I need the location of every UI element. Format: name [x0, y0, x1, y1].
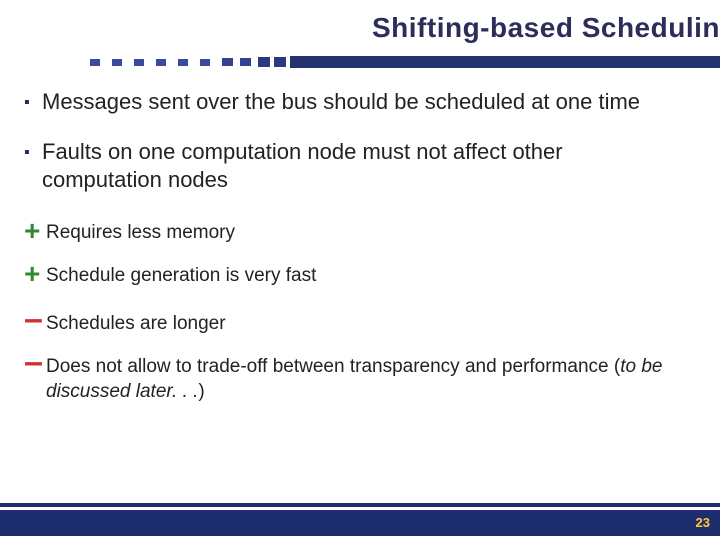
page-number: 23: [696, 515, 710, 530]
minus-item: – Does not allow to trade-off between tr…: [24, 355, 688, 404]
minus-text: Schedules are longer: [46, 312, 226, 337]
plus-item: + Requires less memory: [24, 221, 688, 246]
bullet-item: ▪ Messages sent over the bus should be s…: [24, 88, 688, 116]
minus-item: – Schedules are longer: [24, 312, 688, 337]
slide-title: Shifting-based Schedulin: [372, 12, 720, 44]
title-underline-decoration: [90, 56, 720, 68]
minus-icon: –: [24, 355, 46, 369]
plus-text: Schedule generation is very fast: [46, 264, 316, 289]
plus-icon: +: [24, 221, 46, 241]
footer-bar: 23: [0, 510, 720, 536]
content-area: ▪ Messages sent over the bus should be s…: [24, 88, 688, 422]
plus-item: + Schedule generation is very fast: [24, 264, 688, 289]
bullet-item: ▪ Faults on one computation node must no…: [24, 138, 688, 193]
minus-text-prefix: Does not allow to trade-off between tran…: [46, 356, 620, 377]
square-bullet-icon: ▪: [24, 88, 42, 116]
bullet-text: Messages sent over the bus should be sch…: [42, 88, 640, 116]
minus-text-composite: Does not allow to trade-off between tran…: [46, 355, 688, 404]
plus-text: Requires less memory: [46, 221, 235, 246]
plus-icon: +: [24, 264, 46, 284]
bullet-text: Faults on one computation node must not …: [42, 138, 688, 193]
square-bullet-icon: ▪: [24, 138, 42, 166]
minus-text-suffix: ): [198, 381, 204, 402]
minus-icon: –: [24, 312, 46, 326]
slide: Shifting-based Schedulin ▪ Messages sent…: [0, 0, 720, 540]
